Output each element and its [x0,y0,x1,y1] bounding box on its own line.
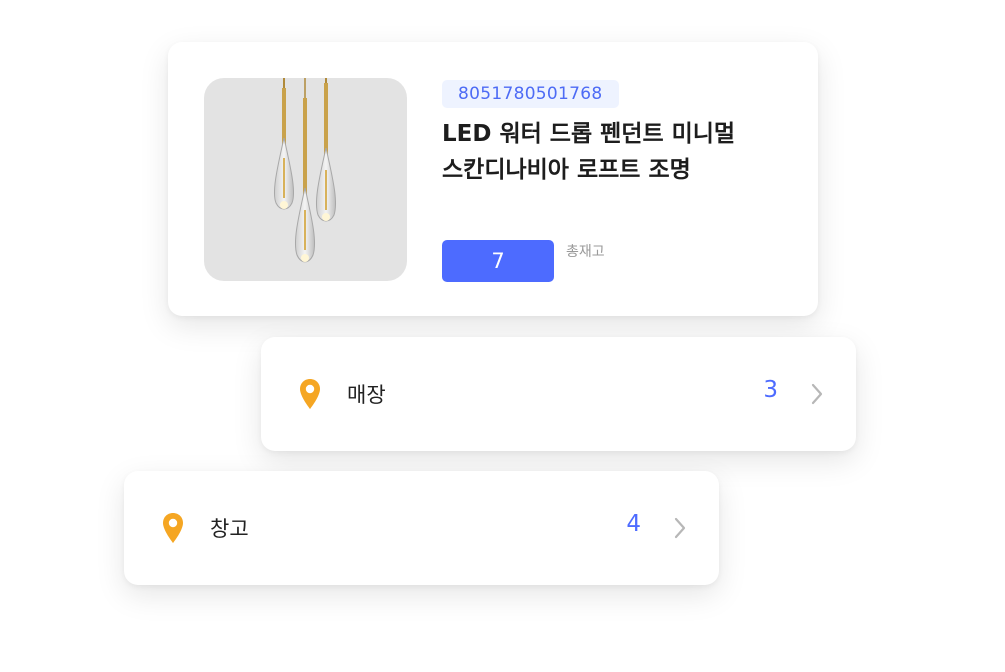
chevron-right-icon[interactable] [673,517,687,539]
location-row-store[interactable]: 매장 3 [261,337,856,451]
location-name: 창고 [210,517,249,541]
chevron-right-icon[interactable] [810,383,824,405]
product-image [204,78,407,281]
location-count: 3 [763,377,778,403]
product-card: 8051780501768 LED 워터 드롭 펜던트 미니멀 스칸디나비아 로… [168,42,818,316]
location-pin-icon [300,379,320,409]
location-row-warehouse[interactable]: 창고 4 [124,471,719,585]
location-name: 매장 [347,383,386,407]
pendant-lamp-image [273,78,337,263]
total-stock-label: 총재고 [566,244,605,260]
total-stock-value[interactable]: 7 [442,240,554,282]
location-count: 4 [626,511,641,537]
location-pin-icon [163,513,183,543]
barcode-badge: 8051780501768 [442,80,619,108]
product-title: LED 워터 드롭 펜던트 미니멀 스칸디나비아 로프트 조명 [442,121,736,183]
